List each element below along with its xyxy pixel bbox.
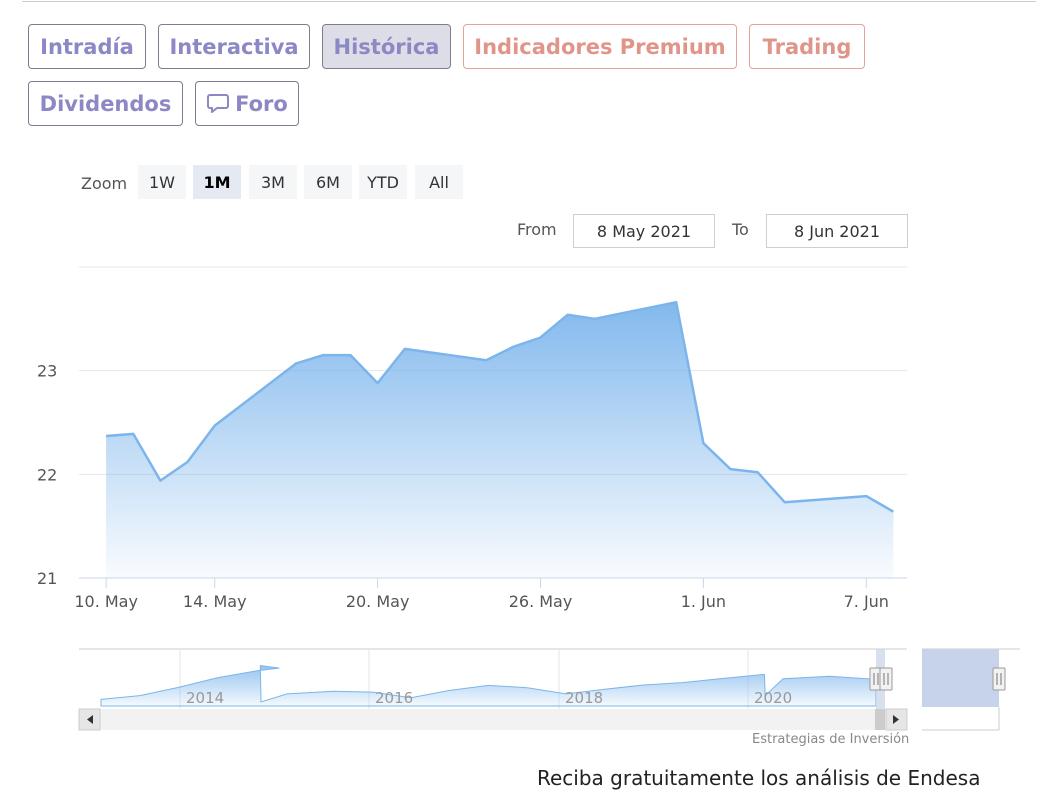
scrollbar-thumb[interactable]: [875, 709, 885, 730]
navigator-year-label: 2020: [754, 689, 792, 707]
x-tick-label: 20. May: [346, 592, 410, 611]
range-widget-selection[interactable]: [922, 649, 999, 707]
navigator-handle-right[interactable]: [879, 667, 893, 691]
price-chart: 21 22 23 10. May 14. May 20. May 26. May 1. Ju…: [37, 266, 1020, 731]
navigator-year-label: 2016: [375, 689, 413, 707]
navigator-year-label: 2014: [186, 689, 224, 707]
footer-text: Reciba gratuitamente los análisis de End…: [537, 766, 981, 790]
y-tick-label: 21: [37, 569, 57, 588]
y-tick-label: 22: [37, 465, 57, 484]
range-widget[interactable]: [922, 648, 1020, 731]
scroll-left-button[interactable]: [78, 708, 101, 731]
x-tick-label: 10. May: [74, 592, 138, 611]
y-tick-label: 23: [37, 362, 57, 381]
scrollbar-track[interactable]: [79, 709, 907, 730]
price-area: [106, 302, 894, 578]
x-tick-label: 14. May: [183, 592, 247, 611]
range-widget-handle[interactable]: [992, 667, 1006, 691]
chart-credit[interactable]: Estrategias de Inversión: [752, 732, 909, 747]
scroll-right-button[interactable]: [885, 708, 908, 731]
x-tick-label: 26. May: [509, 592, 573, 611]
navigator-year-label: 2018: [565, 689, 603, 707]
x-tick-label: 1. Jun: [681, 592, 726, 611]
x-tick-label: 7. Jun: [844, 592, 889, 611]
navigator[interactable]: 2014 2016 2018 2020: [78, 648, 908, 731]
